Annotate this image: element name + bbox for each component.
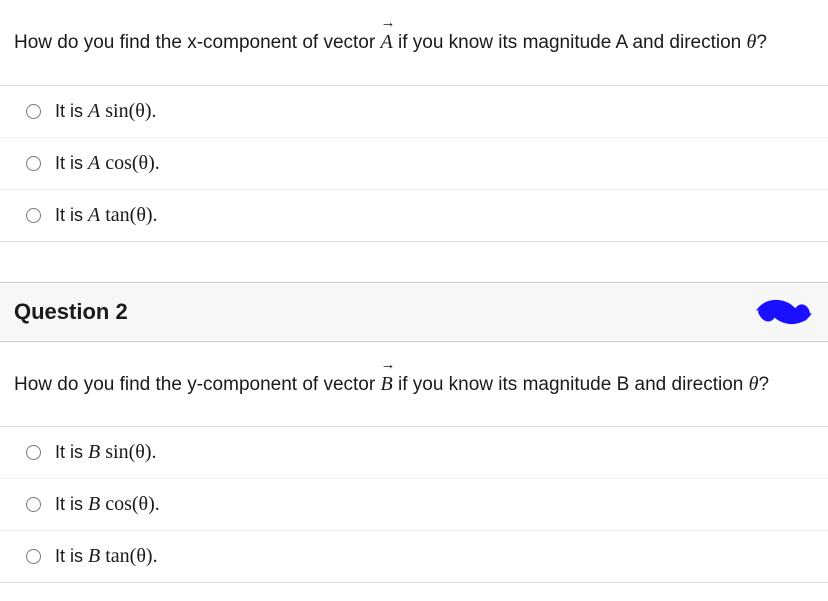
radio-icon[interactable] — [26, 445, 41, 460]
radio-icon[interactable] — [26, 156, 41, 171]
q1-qmark: ? — [756, 32, 767, 53]
vector-arrow-icon: → — [380, 358, 392, 373]
vector-arrow-icon: → — [380, 16, 392, 31]
radio-icon[interactable] — [26, 549, 41, 564]
radio-icon[interactable] — [26, 497, 41, 512]
q2-option-2[interactable]: It is B cos(θ). — [0, 479, 828, 531]
vector-B: →B — [380, 370, 392, 398]
spacer — [0, 242, 828, 282]
q2-stem-pre: How do you find the y-component of vecto… — [14, 374, 380, 395]
question-1-options: It is A sin(θ). It is A cos(θ). It is A … — [0, 85, 828, 242]
theta-symbol: θ — [747, 31, 757, 53]
question-2-options: It is B sin(θ). It is B cos(θ). It is B … — [0, 426, 828, 583]
vector-A: →A — [380, 28, 392, 56]
q2-option-3-text: It is B tan(θ). — [55, 545, 158, 568]
q2-stem-post: if you know its magnitude B and directio… — [393, 374, 749, 395]
q2-option-2-text: It is B cos(θ). — [55, 493, 160, 516]
q1-stem-post: if you know its magnitude A and directio… — [393, 32, 747, 53]
question-2-title: Question 2 — [14, 299, 128, 325]
q1-option-1[interactable]: It is A sin(θ). — [0, 86, 828, 138]
q1-stem-pre: How do you find the x-component of vecto… — [14, 32, 380, 53]
q2-option-3[interactable]: It is B tan(θ). — [0, 531, 828, 583]
q2-option-1-text: It is B sin(θ). — [55, 441, 156, 464]
question-1: How do you find the x-component of vecto… — [0, 0, 828, 242]
q1-option-1-text: It is A sin(θ). — [55, 100, 156, 123]
q1-option-3[interactable]: It is A tan(θ). — [0, 190, 828, 242]
radio-icon[interactable] — [26, 208, 41, 223]
radio-icon[interactable] — [26, 104, 41, 119]
question-1-stem: How do you find the x-component of vecto… — [0, 0, 828, 85]
q1-option-2[interactable]: It is A cos(θ). — [0, 138, 828, 190]
question-2-header: Question 2 — [0, 282, 828, 342]
q2-option-1[interactable]: It is B sin(θ). — [0, 427, 828, 479]
q1-option-3-text: It is A tan(θ). — [55, 204, 158, 227]
question-2-stem: How do you find the y-component of vecto… — [0, 342, 828, 427]
redaction-scribble-icon — [754, 295, 814, 329]
q2-qmark: ? — [758, 374, 769, 395]
theta-symbol: θ — [749, 373, 759, 395]
q1-option-2-text: It is A cos(θ). — [55, 152, 160, 175]
question-2: How do you find the y-component of vecto… — [0, 342, 828, 584]
